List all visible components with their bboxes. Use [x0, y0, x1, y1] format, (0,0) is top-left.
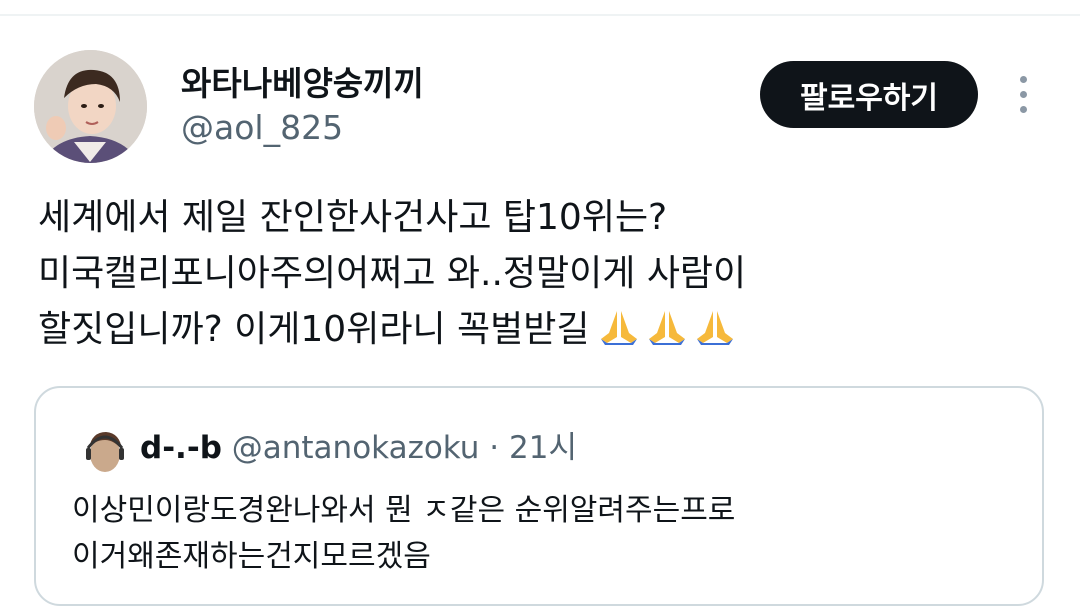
more-vertical-icon[interactable] — [1010, 76, 1036, 116]
author-handle[interactable]: @aol_825 — [181, 108, 343, 148]
quote-text-line: 이거왜존재하는건지모르겠음 — [72, 539, 431, 574]
follow-button[interactable]: 팔로우하기 — [760, 61, 978, 128]
tweet-text-line: 미국캘리포니아주의어쩌고 와..정말이게 사람이 — [38, 253, 747, 294]
folded-hands-icon — [693, 307, 737, 364]
quote-display-name[interactable]: d-.-b — [140, 430, 222, 466]
top-divider — [0, 14, 1080, 16]
tweet-text-line-last: 할짓입니까? 이게10위라니 꼭벌받길 — [38, 302, 1038, 364]
author-avatar[interactable] — [34, 50, 147, 163]
quote-separator: · — [479, 430, 510, 466]
folded-hands-icon — [597, 307, 641, 364]
emoji-group — [597, 306, 741, 364]
author-display-name[interactable]: 와타나베양숭끼끼 — [181, 64, 424, 104]
folded-hands-icon — [645, 307, 689, 364]
quote-text: 이상민이랑도경완나와서 뭔 ㅈ같은 순위알려주는프로 이거왜존재하는건지모르겠음 — [72, 488, 735, 580]
tweet-text-line: 세계에서 제일 잔인한사건사고 탑10위는? — [38, 197, 668, 238]
quote-tweet-card[interactable]: d-.-b @antanokazoku · 21시 이상민이랑도경완나와서 뭔 … — [34, 386, 1044, 606]
quote-text-line: 이상민이랑도경완나와서 뭔 ㅈ같은 순위알려주는프로 — [72, 493, 736, 528]
quote-author-avatar[interactable] — [80, 426, 130, 476]
quote-time[interactable]: 21시 — [509, 430, 577, 466]
tweet-text-line: 할짓입니까? 이게10위라니 꼭벌받길 — [38, 309, 590, 350]
tweet-text: 세계에서 제일 잔인한사건사고 탑10위는? 미국캘리포니아주의어쩌고 와..정… — [38, 190, 1038, 364]
quote-header: d-.-b @antanokazoku · 21시 — [140, 428, 577, 468]
quote-handle[interactable]: @antanokazoku — [232, 430, 480, 466]
